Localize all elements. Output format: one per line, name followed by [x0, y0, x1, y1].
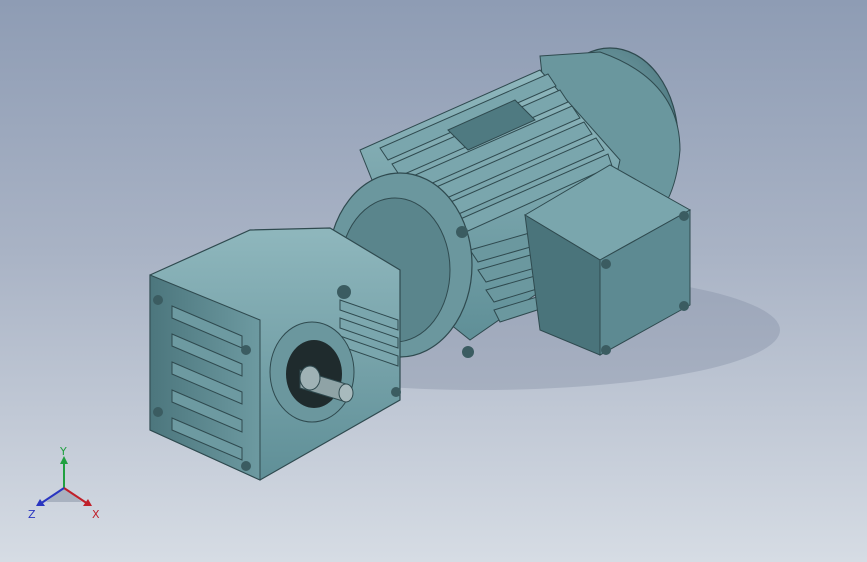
x-axis-label: X: [92, 508, 100, 521]
mounting-bolt: [153, 407, 163, 417]
mounting-bolt: [153, 295, 163, 305]
mounting-bolt: [337, 285, 351, 299]
triad-base: [46, 488, 82, 502]
terminal-screw: [601, 259, 611, 269]
flange-bolt: [456, 226, 468, 238]
gear-motor-model[interactable]: [0, 0, 867, 562]
z-axis-label: Z: [28, 508, 36, 521]
terminal-screw: [679, 301, 689, 311]
mounting-bolt: [241, 345, 251, 355]
output-shaft[interactable]: [269, 321, 355, 423]
flange-bolt: [462, 346, 474, 358]
axis-triad: Y X Z: [28, 446, 100, 521]
mounting-bolt: [391, 387, 401, 397]
terminal-screw: [601, 345, 611, 355]
mounting-bolt: [241, 461, 251, 471]
terminal-screw: [679, 211, 689, 221]
y-axis-label: Y: [59, 446, 67, 458]
graphics-viewport[interactable]: Y X Z: [0, 0, 867, 562]
